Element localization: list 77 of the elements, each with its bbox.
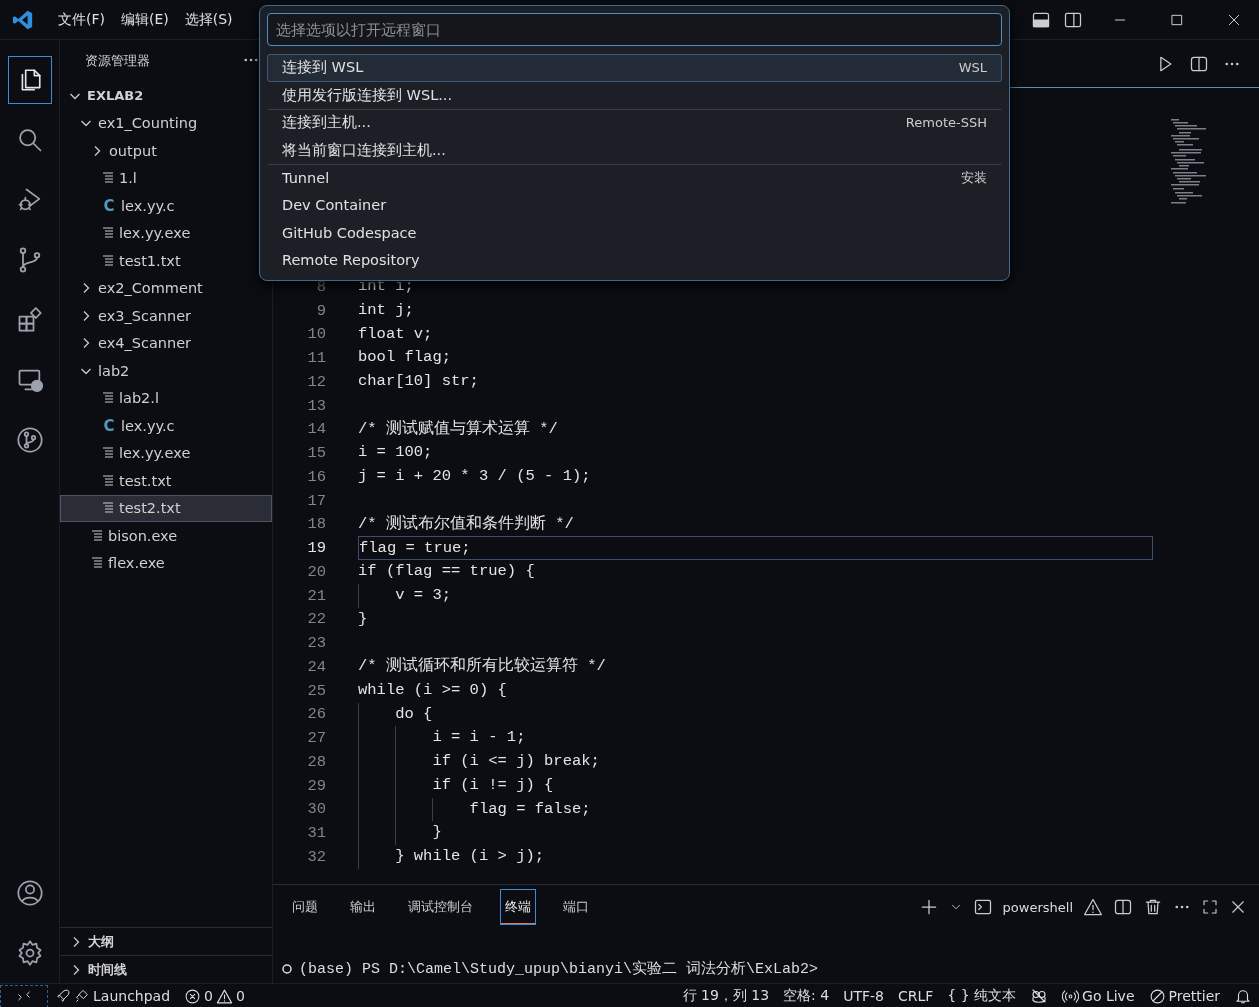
- menu-item[interactable]: 选择(S): [176, 6, 241, 33]
- tree-item[interactable]: lab2.l: [60, 384, 272, 412]
- line-number: 18: [306, 515, 326, 534]
- quick-pick-item[interactable]: 连接到 WSL WSL: [267, 54, 1002, 82]
- line-number: 30: [306, 800, 326, 819]
- tree-item[interactable]: lex.yy.exe: [60, 439, 272, 467]
- tree-item[interactable]: ex4_Scanner: [60, 329, 272, 357]
- line-number: 21: [306, 586, 326, 605]
- line-number: 25: [306, 681, 326, 700]
- line-number: 10: [306, 325, 326, 344]
- tree-item[interactable]: ex3_Scanner: [60, 302, 272, 330]
- terminal-line: (base) PS D:\Camel\Study_upup\bianyi\实验二 词法分析\ExLab2>: [299, 959, 819, 978]
- section-header[interactable]: 大纲: [60, 927, 272, 955]
- line-number: 14: [306, 420, 326, 439]
- c-file-icon: C: [101, 416, 117, 435]
- launchpad-item[interactable]: Launchpad: [48, 988, 178, 1004]
- tree-item[interactable]: lab2: [60, 357, 272, 385]
- line-number: 28: [306, 752, 326, 771]
- quick-pick-input[interactable]: 选择选项以打开远程窗口: [267, 13, 1002, 46]
- code-line: if (flag == true) {: [358, 561, 535, 582]
- line-number: 9: [315, 301, 326, 320]
- line-number: 13: [306, 396, 326, 415]
- terminal-name[interactable]: powershell: [1002, 899, 1073, 915]
- code-line: i = 100;: [358, 442, 433, 464]
- code-line: while (i >= 0) {: [358, 679, 507, 701]
- section-header[interactable]: 时间线: [60, 955, 272, 983]
- line-number: 23: [306, 634, 326, 653]
- panel-tab[interactable]: 输出: [345, 889, 381, 925]
- panel-tab[interactable]: 问题: [287, 889, 323, 925]
- code-line: float v;: [358, 323, 433, 345]
- language-mode[interactable]: { } 纯文本: [940, 987, 1024, 1005]
- line-number: 15: [306, 444, 326, 463]
- tree-item[interactable]: ex2_Comment: [60, 274, 272, 302]
- sidebar-title: 资源管理器: [85, 52, 150, 70]
- line-number: 27: [306, 729, 326, 748]
- prettier-item[interactable]: Prettier: [1141, 987, 1227, 1005]
- line-number: 32: [306, 847, 326, 866]
- tree-item[interactable]: C lex.yy.c: [60, 412, 272, 440]
- code-line: bool flag;: [358, 347, 451, 369]
- menu-item[interactable]: 编辑(E): [113, 6, 177, 33]
- quick-pick-item[interactable]: 连接到主机... Remote-SSH: [267, 109, 1002, 137]
- line-number: 31: [306, 824, 326, 843]
- line-number: 22: [306, 610, 326, 629]
- tree-item[interactable]: test.txt: [60, 467, 272, 495]
- status-item[interactable]: UTF-8: [836, 988, 891, 1004]
- code-line: }: [358, 608, 368, 630]
- menu-item[interactable]: 文件(F): [50, 6, 113, 33]
- line-number: 12: [306, 372, 326, 391]
- tree-item[interactable]: bison.exe: [60, 522, 272, 550]
- quick-pick-item[interactable]: Dev Container: [267, 191, 1002, 219]
- tree-item[interactable]: test2.txt: [60, 494, 272, 522]
- line-number: 29: [306, 776, 326, 795]
- line-number: 16: [306, 467, 326, 486]
- line-number: 19: [306, 539, 326, 558]
- line-number: 17: [306, 491, 326, 510]
- line-number: 11: [306, 349, 326, 368]
- code-line: int j;: [358, 299, 414, 321]
- line-number: 26: [306, 705, 326, 724]
- code-line: /* 测试赋值与算术运算 */: [358, 418, 558, 440]
- status-item[interactable]: 空格: 4: [776, 987, 837, 1005]
- status-item[interactable]: CRLF: [890, 988, 941, 1004]
- line-number: 8: [315, 277, 326, 296]
- panel-tab[interactable]: 终端: [500, 889, 536, 925]
- code-line: /* 测试布尔值和条件判断 */: [358, 513, 574, 535]
- quick-pick-item[interactable]: Tunnel 安装: [267, 164, 1002, 192]
- line-number: 20: [306, 562, 326, 581]
- code-line: j = i + 20 * 3 / (5 - 1);: [358, 466, 591, 487]
- code-line: /* 测试循环和所有比较运算符 */: [358, 656, 606, 677]
- go-live-item[interactable]: Go Live: [1055, 987, 1142, 1005]
- line-number: 24: [306, 657, 326, 676]
- panel-tab[interactable]: 调试控制台: [403, 889, 478, 925]
- panel-tab[interactable]: 端口: [558, 889, 594, 925]
- tree-item[interactable]: flex.exe: [60, 549, 272, 577]
- code-line: char[10] str;: [358, 371, 479, 392]
- c-file-icon: C: [101, 196, 117, 215]
- problems-item[interactable]: 0 0: [177, 987, 252, 1005]
- status-item[interactable]: 行 19，列 13: [675, 987, 777, 1005]
